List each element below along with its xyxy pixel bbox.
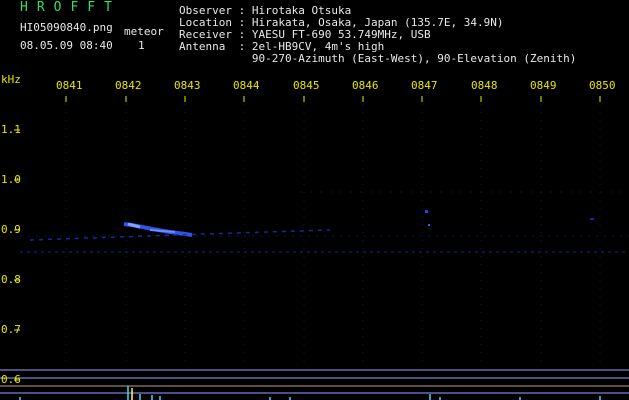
y-axis-unit: kHz: [1, 73, 21, 86]
time-label: 0847: [411, 79, 438, 92]
y-tick-label: 0.8: [1, 273, 21, 286]
app-title: HROFFT: [20, 0, 121, 15]
noise-spot: [428, 224, 430, 226]
time-label: 0845: [293, 79, 320, 92]
time-label: 0846: [352, 79, 379, 92]
time-label: 0841: [56, 79, 83, 92]
meteor-count: 1: [138, 39, 145, 52]
date-time-label: 08.05.09 08:40: [20, 39, 113, 52]
meteor-label: meteor: [124, 25, 164, 38]
y-tick-label: 0.6: [1, 373, 21, 386]
antenna-direction-line: 90-270-Azimuth (East-West), 90-Elevation…: [179, 52, 577, 65]
y-tick-label: 0.9: [1, 223, 21, 236]
noise-spot: [590, 218, 594, 220]
y-tick-label: 0.7: [1, 323, 21, 336]
y-tick-label: 1.0: [1, 173, 21, 186]
filename-label: HI05090840.png: [20, 21, 113, 34]
time-label: 0844: [233, 79, 260, 92]
noise-spot: [425, 210, 428, 213]
time-label: 0843: [174, 79, 201, 92]
time-label: 0850: [589, 79, 616, 92]
time-label: 0848: [471, 79, 498, 92]
y-tick-label: 1.1: [1, 123, 21, 136]
time-label: 0849: [530, 79, 557, 92]
time-label: 0842: [115, 79, 142, 92]
hrofft-screen: HROFFT HI05090840.png 08.05.09 08:40 met…: [0, 0, 629, 400]
